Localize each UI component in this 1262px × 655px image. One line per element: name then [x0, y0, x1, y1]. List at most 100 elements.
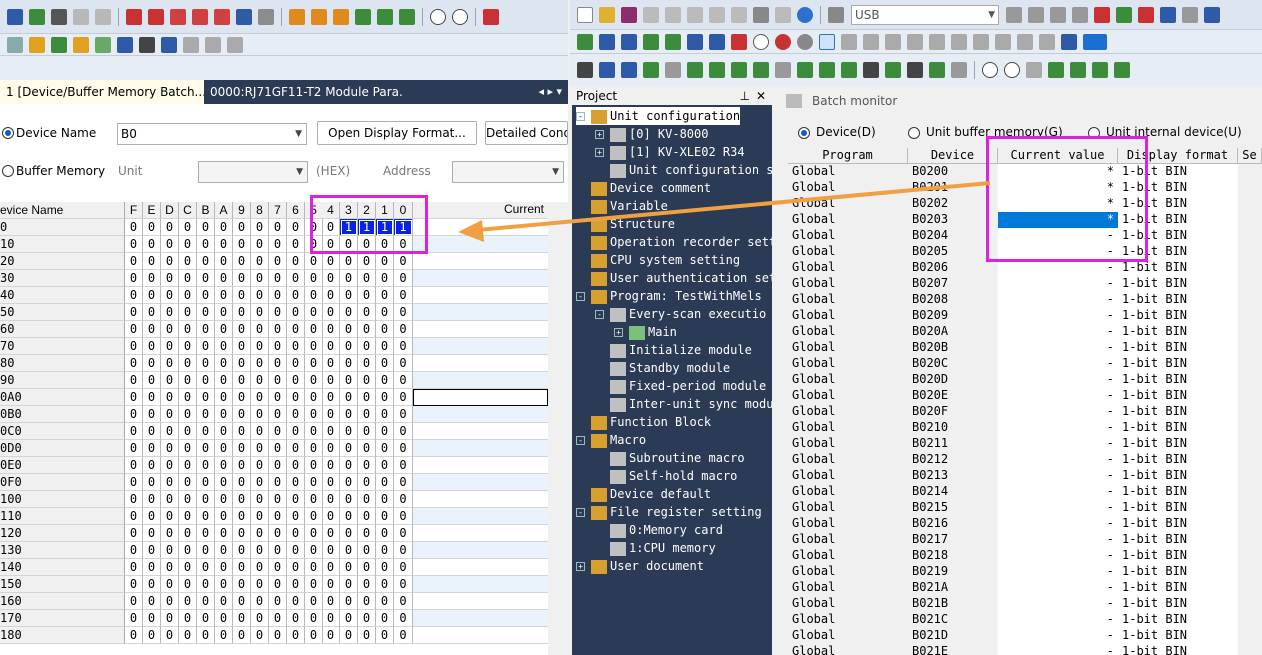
grid-current-cell[interactable]	[413, 593, 548, 610]
read-icon[interactable]	[51, 8, 67, 25]
grid-bit-cell[interactable]: 0	[233, 372, 251, 389]
grid-bit-cell[interactable]: 0	[179, 304, 197, 321]
table-row[interactable]: Global B021C -1-bit BIN	[788, 612, 1262, 628]
grid-bit-cell[interactable]: 0	[197, 389, 215, 406]
table-cell[interactable]: -	[998, 260, 1118, 276]
window1-icon[interactable]	[1048, 62, 1064, 78]
grid-bit-cell[interactable]: 0	[197, 627, 215, 644]
grid-row-name[interactable]: 180	[0, 627, 125, 644]
fast-forward-icon[interactable]	[951, 33, 967, 50]
grid-bit-cell[interactable]: 0	[394, 457, 413, 474]
grid-bit-cell[interactable]: 0	[233, 423, 251, 440]
table-cell[interactable]: B021E	[908, 644, 998, 655]
grid-bit-cell[interactable]: 0	[376, 610, 394, 627]
new-icon[interactable]	[577, 6, 593, 23]
table-cell[interactable]: 1-bit BIN	[1118, 292, 1238, 308]
grid-bit-cell[interactable]: 0	[305, 423, 323, 440]
table-cell[interactable]: B0206	[908, 260, 998, 276]
grid-bit-cell[interactable]: 0	[179, 542, 197, 559]
table-cell[interactable]: -	[998, 580, 1118, 596]
grid-bit-cell[interactable]: 0	[322, 610, 340, 627]
grid-bit-cell[interactable]: 0	[287, 627, 305, 644]
table-cell[interactable]: Global	[788, 452, 908, 468]
table-cell[interactable]: Global	[788, 420, 908, 436]
grid-bit-cell[interactable]: 0	[305, 304, 323, 321]
table-cell[interactable]: B0201	[908, 180, 998, 196]
grid-bit-cell[interactable]: 0	[179, 525, 197, 542]
save-icon[interactable]	[621, 6, 637, 23]
grid-bit-cell[interactable]: 0	[125, 474, 143, 491]
grid-bit-cell[interactable]: 0	[287, 270, 305, 287]
grid-bit-cell[interactable]: 0	[305, 372, 323, 389]
grid-bit-cell[interactable]: 0	[394, 610, 413, 627]
table-cell[interactable]: B0202	[908, 196, 998, 212]
stop-record-icon[interactable]	[797, 33, 813, 50]
table-cell[interactable]: 1-bit BIN	[1118, 260, 1238, 276]
grid-bit-cell[interactable]: 0	[340, 491, 358, 508]
tree-item[interactable]: Function Block	[576, 413, 711, 431]
table-row[interactable]: Global B021D -1-bit BIN	[788, 628, 1262, 644]
grid-bit-cell[interactable]: 0	[358, 559, 376, 576]
grid-bit-cell[interactable]: 0	[305, 440, 323, 457]
grid-bit-cell[interactable]: 0	[197, 236, 215, 253]
grid-bit-cell[interactable]: 0	[358, 253, 376, 270]
pin-icon[interactable]: ⊥	[740, 87, 750, 105]
window3-icon[interactable]	[1092, 62, 1108, 78]
grid-bit-cell[interactable]: 0	[340, 321, 358, 338]
grid-current-cell[interactable]	[413, 304, 548, 321]
grid-bit-cell[interactable]: 0	[233, 355, 251, 372]
table-cell[interactable]: B0210	[908, 420, 998, 436]
grid-bit-cell[interactable]: 0	[179, 440, 197, 457]
table-cell[interactable]: B0214	[908, 484, 998, 500]
grid-bit-cell[interactable]: 0	[161, 406, 179, 423]
grid-bit-cell[interactable]: 0	[233, 525, 251, 542]
table-cell[interactable]: Global	[788, 612, 908, 628]
grid-bit-cell[interactable]: 0	[287, 593, 305, 610]
tree-item[interactable]: 0:Memory card	[595, 521, 723, 539]
grid-bit-cell[interactable]: 0	[358, 389, 376, 406]
open-icon[interactable]	[599, 6, 615, 23]
dev3-icon[interactable]	[1061, 33, 1077, 50]
find-icon[interactable]	[139, 36, 155, 53]
grid-bit-cell[interactable]: 0	[340, 610, 358, 627]
grid-bit-cell[interactable]: 0	[215, 372, 233, 389]
unit8-icon[interactable]	[841, 62, 857, 78]
grid-bit-cell[interactable]: 0	[340, 576, 358, 593]
jump-icon[interactable]	[214, 8, 230, 25]
grid-bit-cell[interactable]: 0	[233, 627, 251, 644]
grid-bit-cell[interactable]: 0	[197, 474, 215, 491]
grid-bit-cell[interactable]: 0	[340, 508, 358, 525]
grid-bit-cell[interactable]: 0	[197, 355, 215, 372]
grid-bit-cell[interactable]: 0	[358, 457, 376, 474]
grid-bit-cell[interactable]: 0	[215, 474, 233, 491]
table-cell[interactable]: -	[998, 596, 1118, 612]
ladder-icon[interactable]	[577, 33, 593, 50]
table-row[interactable]: Global B020F -1-bit BIN	[788, 404, 1262, 420]
window2-icon[interactable]	[1070, 62, 1086, 78]
paste-icon[interactable]	[95, 8, 111, 25]
grid-bit-cell[interactable]: 0	[269, 236, 287, 253]
grid-bit-cell[interactable]: 0	[305, 559, 323, 576]
grid-row-name[interactable]: 0A0	[0, 389, 125, 406]
search-device-icon[interactable]	[170, 8, 186, 25]
grid-current-cell[interactable]	[413, 253, 548, 270]
grid-bit-cell[interactable]: 0	[161, 270, 179, 287]
grid-bit-cell[interactable]: 0	[322, 525, 340, 542]
grid-bit-cell[interactable]: 0	[251, 321, 269, 338]
grid-bit-cell[interactable]: 0	[233, 491, 251, 508]
tree-item[interactable]: Fixed-period module	[595, 377, 766, 395]
grid-bit-cell[interactable]: 0	[376, 338, 394, 355]
table-cell[interactable]: B020D	[908, 372, 998, 388]
grid-bit-cell[interactable]: 0	[143, 542, 161, 559]
table-cell[interactable]: Global	[788, 260, 908, 276]
grid-bit-cell[interactable]: 0	[358, 423, 376, 440]
mail-icon[interactable]	[665, 62, 681, 78]
grid-bit-cell[interactable]: 0	[322, 389, 340, 406]
arrow-right-icon[interactable]	[148, 8, 164, 25]
grid-bit-cell[interactable]: 0	[340, 253, 358, 270]
grid-bit-cell[interactable]: 0	[215, 236, 233, 253]
grid-bit-cell[interactable]: 0	[179, 610, 197, 627]
tree-expander-icon[interactable]: +	[614, 328, 623, 337]
grid-bit-cell[interactable]: 0	[340, 338, 358, 355]
grid-row-name[interactable]: 160	[0, 593, 125, 610]
